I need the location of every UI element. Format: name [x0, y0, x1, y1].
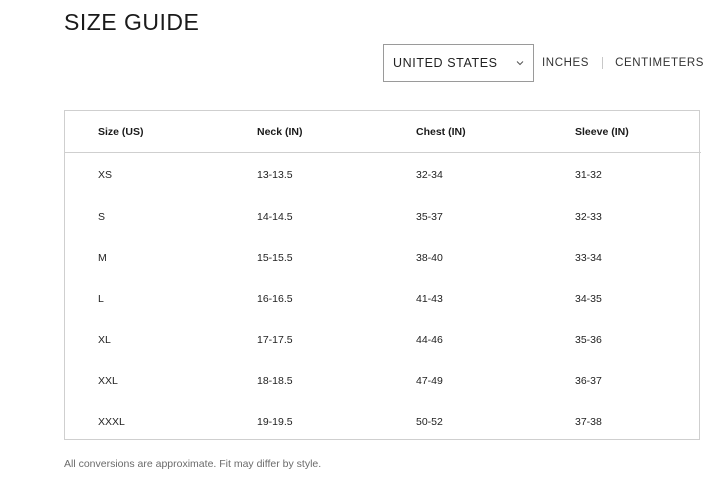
centimeters-toggle[interactable]: CENTIMETERS	[615, 57, 704, 69]
cell-neck: 15-15.5	[224, 237, 383, 278]
cell-sleeve: 37-38	[542, 401, 701, 442]
cell-size-value: S	[98, 210, 106, 223]
cell-neck: 16-16.5	[224, 278, 383, 319]
header-chest: Chest (IN)	[383, 111, 542, 153]
cell-neck: 14-14.5	[224, 196, 383, 237]
cell-chest-value: 47-49	[416, 374, 443, 387]
cell-sleeve-value: 31-32	[575, 168, 602, 181]
cell-sleeve-value: 33-34	[575, 251, 602, 264]
header-neck-label: Neck (IN)	[257, 125, 303, 138]
cell-size-value: XS	[98, 168, 113, 181]
cell-sleeve-value: 36-37	[575, 374, 602, 387]
cell-sleeve: 33-34	[542, 237, 701, 278]
cell-sleeve-value: 32-33	[575, 210, 602, 223]
cell-size: L	[65, 278, 224, 319]
conversion-note: All conversions are approximate. Fit may…	[64, 458, 322, 470]
size-table: Size (US) Neck (IN) Chest (IN) Sleeve (I…	[65, 111, 701, 442]
country-select[interactable]: UNITED STATES	[383, 44, 534, 82]
cell-sleeve: 34-35	[542, 278, 701, 319]
cell-sleeve: 35-36	[542, 319, 701, 360]
cell-neck-value: 19-19.5	[257, 415, 293, 428]
cell-neck-value: 18-18.5	[257, 374, 293, 387]
cell-chest: 47-49	[383, 360, 542, 401]
cell-neck-value: 16-16.5	[257, 292, 293, 305]
table-row: XS 13-13.5 32-34 31-32	[65, 153, 701, 197]
cell-sleeve-value: 35-36	[575, 333, 602, 346]
table-row: XL 17-17.5 44-46 35-36	[65, 319, 701, 360]
table-row: XXXL 19-19.5 50-52 37-38	[65, 401, 701, 442]
cell-sleeve-value: 37-38	[575, 415, 602, 428]
header-size-label: Size (US)	[98, 125, 144, 138]
table-row: M 15-15.5 38-40 33-34	[65, 237, 701, 278]
cell-neck: 18-18.5	[224, 360, 383, 401]
cell-size: XXL	[65, 360, 224, 401]
header-size: Size (US)	[65, 111, 224, 153]
cell-neck: 17-17.5	[224, 319, 383, 360]
cell-sleeve: 36-37	[542, 360, 701, 401]
table-row: S 14-14.5 35-37 32-33	[65, 196, 701, 237]
cell-sleeve: 31-32	[542, 153, 701, 197]
cell-neck: 13-13.5	[224, 153, 383, 197]
cell-chest: 35-37	[383, 196, 542, 237]
cell-size: XS	[65, 153, 224, 197]
country-select-value: UNITED STATES	[393, 56, 498, 70]
cell-size-value: XXXL	[98, 415, 125, 428]
unit-divider	[602, 57, 604, 69]
cell-sleeve-value: 34-35	[575, 292, 602, 305]
inches-toggle[interactable]: INCHES	[542, 57, 589, 69]
chevron-down-icon	[515, 58, 525, 68]
header-neck: Neck (IN)	[224, 111, 383, 153]
cell-chest-value: 32-34	[416, 168, 443, 181]
cell-chest: 50-52	[383, 401, 542, 442]
cell-chest-value: 50-52	[416, 415, 443, 428]
cell-neck-value: 14-14.5	[257, 210, 293, 223]
cell-neck-value: 17-17.5	[257, 333, 293, 346]
unit-controls: UNITED STATES INCHES CENTIMETERS	[383, 44, 704, 82]
size-guide-page: SIZE GUIDE UNITED STATES INCHES CENTIMET…	[0, 0, 720, 480]
header-sleeve: Sleeve (IN)	[542, 111, 701, 153]
table-row: L 16-16.5 41-43 34-35	[65, 278, 701, 319]
table-row: XXL 18-18.5 47-49 36-37	[65, 360, 701, 401]
size-table-container: Size (US) Neck (IN) Chest (IN) Sleeve (I…	[64, 110, 701, 442]
cell-size: S	[65, 196, 224, 237]
cell-size-value: L	[98, 292, 104, 305]
table-header-row: Size (US) Neck (IN) Chest (IN) Sleeve (I…	[65, 111, 701, 153]
cell-chest-value: 38-40	[416, 251, 443, 264]
cell-sleeve: 32-33	[542, 196, 701, 237]
cell-size-value: XL	[98, 333, 111, 346]
cell-chest: 41-43	[383, 278, 542, 319]
page-title: SIZE GUIDE	[64, 9, 200, 35]
cell-size: XL	[65, 319, 224, 360]
cell-neck-value: 15-15.5	[257, 251, 293, 264]
cell-chest-value: 44-46	[416, 333, 443, 346]
cell-size: M	[65, 237, 224, 278]
header-chest-label: Chest (IN)	[416, 125, 466, 138]
cell-chest-value: 41-43	[416, 292, 443, 305]
cell-size-value: XXL	[98, 374, 118, 387]
cell-chest-value: 35-37	[416, 210, 443, 223]
cell-neck-value: 13-13.5	[257, 168, 293, 181]
cell-chest: 44-46	[383, 319, 542, 360]
cell-size: XXXL	[65, 401, 224, 442]
cell-chest: 38-40	[383, 237, 542, 278]
cell-neck: 19-19.5	[224, 401, 383, 442]
cell-size-value: M	[98, 251, 107, 264]
cell-chest: 32-34	[383, 153, 542, 197]
header-sleeve-label: Sleeve (IN)	[575, 125, 629, 138]
